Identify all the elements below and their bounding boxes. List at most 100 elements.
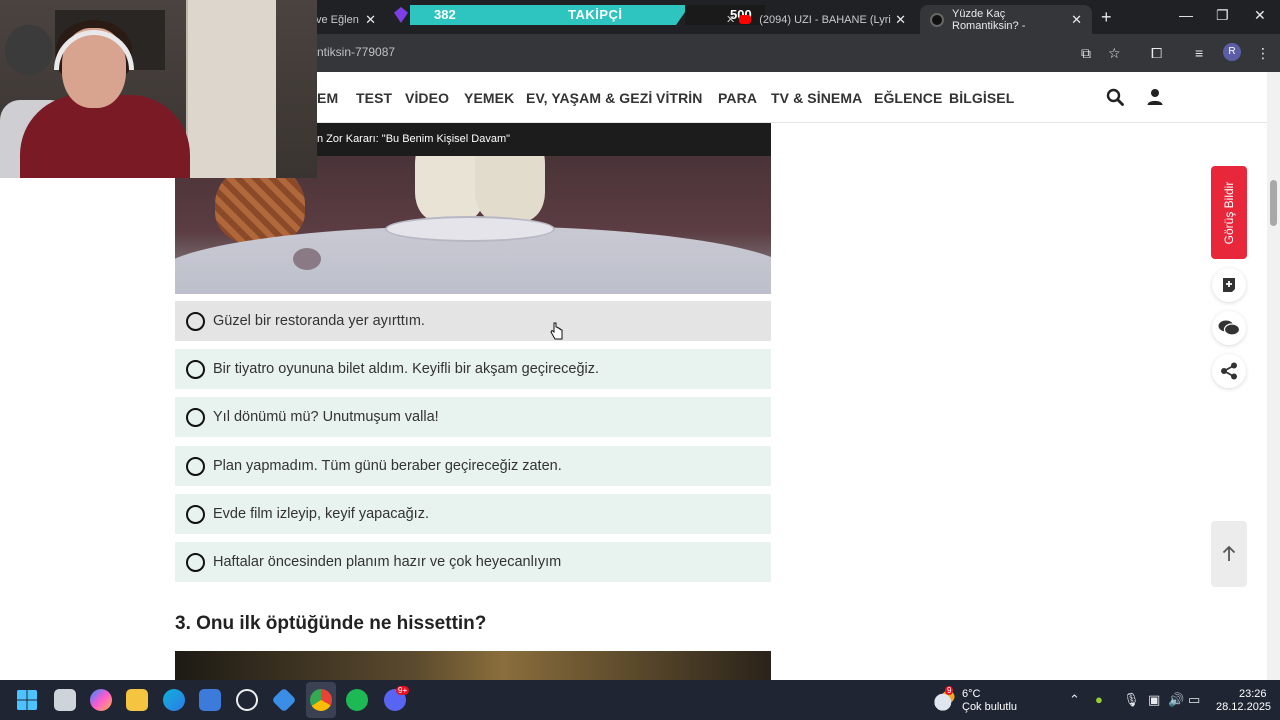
tab-close-icon[interactable]: ✕ [895,12,906,28]
answer-option-label: Evde film izleyip, keyif yapacağız. [213,506,429,522]
copilot-icon[interactable] [90,689,112,711]
comments-icon [1218,320,1240,336]
new-tab-icon[interactable]: + [1101,7,1112,28]
windows-taskbar [0,680,1280,720]
radio-button[interactable] [186,456,205,476]
nav-item-test[interactable]: TEST [356,90,392,106]
add-note-button[interactable] [1212,268,1246,302]
ticker-text[interactable]: n Zor Kararı: "Bu Benim Kişisel Davam" [317,133,510,145]
radio-button[interactable] [186,552,205,572]
page-scrollbar[interactable] [1267,72,1280,680]
app-icon[interactable] [271,687,297,713]
minimize-icon[interactable]: — [1179,7,1193,23]
task-view-icon[interactable] [54,689,76,711]
gem-icon [394,7,408,23]
question-image [175,651,771,681]
tab-title: ve Eğlen [316,13,359,26]
answer-option[interactable]: Plan yapmadım. Tüm günü beraber geçirece… [175,446,771,486]
tab-title: Yüzde Kaç Romantiksin? - [952,7,1026,32]
follower-goal-overlay: 382 TAKİPÇİ 500 [394,5,770,25]
file-explorer-icon[interactable] [126,689,148,711]
browser-tab[interactable]: ve Eğlen ✕ [306,5,386,34]
arrow-up-icon [1222,546,1236,561]
nav-item-bilgisel[interactable]: BİLGİSEL [949,90,1014,106]
answer-option[interactable]: Yıl dönümü mü? Unutmuşum valla! [175,397,771,437]
battery-icon[interactable]: ▭ [1188,692,1200,708]
volume-icon[interactable]: 🔊 [1168,692,1184,708]
tab-close-icon[interactable]: ✕ [365,12,376,28]
nav-item-tv-sinema[interactable]: TV & SİNEMA [771,90,862,106]
radio-button[interactable] [186,504,205,524]
youtube-icon [739,15,752,24]
webcam-person [20,95,190,178]
webcam-overlay [0,0,317,178]
share-icon [1221,362,1237,380]
hand-cursor-icon [550,322,563,340]
browser-tab-active[interactable]: Yüzde Kaç Romantiksin? - ✕ [920,5,1092,34]
answer-option-label: Bir tiyatro oyununa bilet aldım. Keyifli… [213,361,600,377]
feedback-button[interactable]: Görüş Bildir [1211,166,1247,259]
bookmark-star-icon[interactable]: ☆ [1108,45,1121,62]
discord-badge: 9+ [396,686,410,695]
share-button[interactable] [1212,354,1246,388]
site-favicon-icon [930,12,944,27]
chrome-icon[interactable] [310,689,332,711]
close-window-icon[interactable]: ✕ [1254,7,1266,24]
tray-chevron-up-icon[interactable]: ⌃ [1069,692,1080,708]
network-icon[interactable]: ▣ [1148,692,1160,708]
microphone-icon[interactable]: 🎙 [1123,692,1140,708]
obs-icon[interactable] [236,689,258,711]
user-icon[interactable] [1146,88,1164,106]
answer-option-label: Plan yapmadım. Tüm günü beraber geçirece… [213,458,562,474]
nav-item-ev-yasam-gezi[interactable]: EV, YAŞAM & GEZİ [526,90,652,106]
store-icon[interactable] [199,689,221,711]
extensions-icon[interactable]: ⧠ [1151,45,1162,62]
tab-close-icon[interactable]: ✕ [1071,12,1082,28]
radio-button[interactable] [186,359,205,379]
windows-start-icon[interactable] [16,689,38,711]
nav-item-eglence[interactable]: EĞLENCE [874,90,942,106]
answer-option-label: Yıl dönümü mü? Unutmuşum valla! [213,409,439,425]
spotify-icon[interactable] [346,689,368,711]
radio-button[interactable] [186,311,205,331]
menu-kebab-icon[interactable]: ⋮ [1256,45,1270,62]
back-to-top-button[interactable] [1211,521,1247,587]
install-app-icon[interactable]: ⧉ [1081,45,1091,62]
weather-description[interactable]: Çok bulutlu [962,701,1017,713]
follower-goal-label: TAKİPÇİ [568,7,623,22]
dog-illustration [475,156,545,221]
nav-item-yemek[interactable]: YEMEK [464,90,514,106]
mute-icon[interactable]: ✕ [726,13,735,26]
weather-temperature[interactable]: 6°C [962,688,980,700]
answer-option[interactable]: Bir tiyatro oyununa bilet aldım. Keyifli… [175,349,771,389]
restore-icon[interactable]: ❐ [1216,7,1229,24]
clock-date[interactable]: 28.12.2025 [1216,701,1271,713]
comments-button[interactable] [1212,311,1246,345]
tray-app-icon[interactable]: ● [1095,692,1103,707]
answer-option[interactable]: Evde film izleyip, keyif yapacağız. [175,494,771,534]
browser-tab[interactable]: ✕ (2094) UZI - BAHANE (Lyri ✕ [716,5,916,34]
nav-item-video[interactable]: VİDEO [405,90,449,106]
radio-button[interactable] [186,407,205,427]
search-icon[interactable] [1106,88,1124,106]
feedback-label: Görüş Bildir [1222,181,1236,244]
webcam-door [186,0,276,178]
answer-option[interactable]: Haftalar öncesinden planım hazır ve çok … [175,542,771,582]
meatball-illustration [293,248,321,270]
nav-item-vitrin[interactable]: VİTRİN [656,90,703,106]
clock-time[interactable]: 23:26 [1239,688,1267,700]
answer-option-label: Güzel bir restoranda yer ayırttım. [213,313,425,329]
edge-icon[interactable] [163,689,185,711]
add-note-icon [1223,278,1235,292]
url-text[interactable]: ntiksin-779087 [317,45,395,59]
webcam-plush [5,25,53,75]
nav-item-para[interactable]: PARA [718,90,757,106]
question-title: 3. Onu ilk öptüğünde ne hissettin? [175,613,487,634]
profile-avatar[interactable]: R [1223,43,1241,61]
scrollbar-thumb[interactable] [1270,180,1277,226]
plate-illustration [385,216,555,242]
nav-item[interactable]: EM [317,90,338,106]
answer-option[interactable]: Güzel bir restoranda yer ayırttım. [175,301,771,341]
media-control-icon[interactable]: ≡ [1195,45,1203,61]
follower-goal-current: 382 [434,7,456,22]
